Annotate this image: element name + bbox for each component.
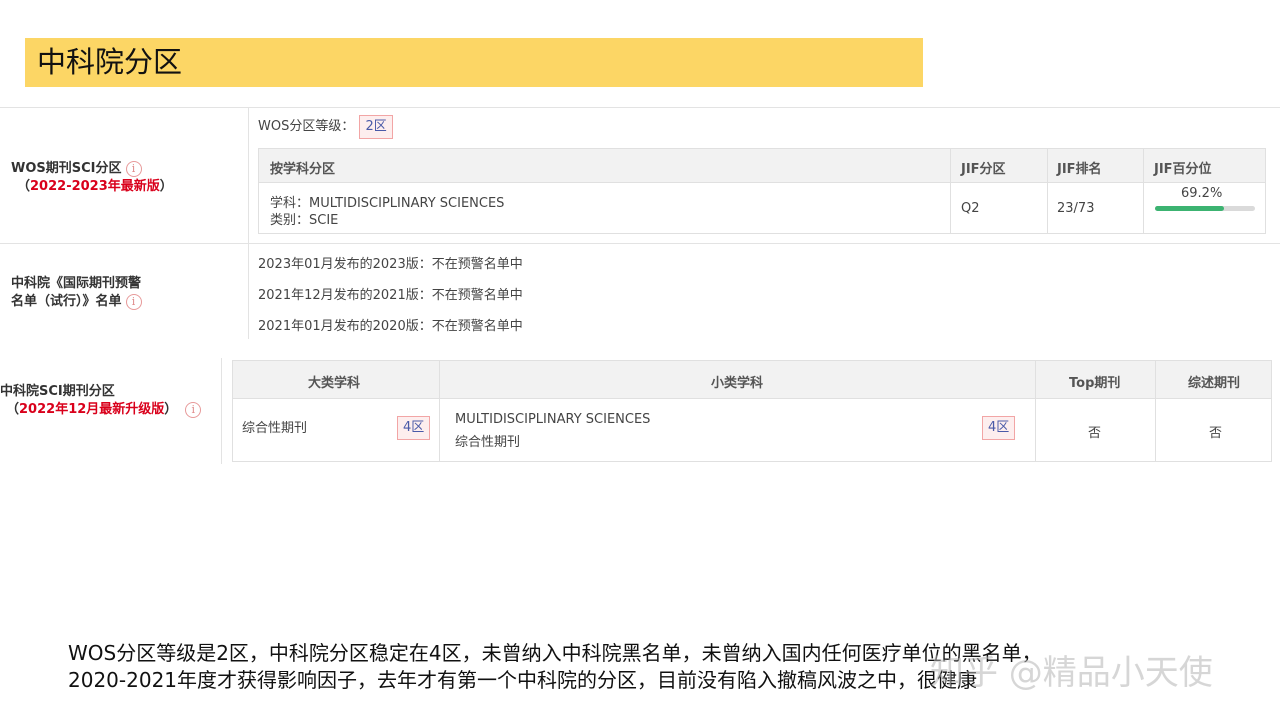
column-divider [950, 149, 951, 233]
column-header: JIF排名 [1057, 162, 1102, 177]
column-header: 综述期刊 [1188, 376, 1241, 391]
column-header: 小类学科 [711, 376, 764, 391]
jif-quartile-cell: Q2 [961, 201, 980, 216]
cas-warning-label: 中科院《国际期刊预警 名单（试行）》名单 i [11, 275, 142, 311]
major-zone-badge: 4区 [397, 416, 431, 440]
jif-percentile-fill [1155, 206, 1225, 211]
column-divider [1143, 149, 1144, 233]
wos-subject-table: 按学科分区 JIF分区 JIF排名 JIF百分位 学科：MULTIDISCIPL… [258, 148, 1266, 234]
wos-grade: WOS分区等级： 2区 [258, 115, 393, 139]
paren-close: ） [164, 402, 178, 417]
warning-entry: 2021年12月发布的2021版：不在预警名单中 [258, 288, 523, 303]
jif-rank-cell: 23/73 [1057, 201, 1095, 216]
minor-subject-en: MULTIDISCIPLINARY SCIENCES [455, 412, 651, 427]
cas-partition-label-text: 中科院SCI期刊分区 [0, 384, 115, 399]
paren-open: （ [6, 402, 20, 417]
watermark: 知乎 @精品小天使 [930, 653, 1213, 693]
warning-entry: 2021年01月发布的2020版：不在预警名单中 [258, 319, 523, 334]
cas-warning-label-line1: 中科院《国际期刊预警 [11, 276, 142, 291]
cas-warning-label-line2: 名单（试行）》名单 [11, 294, 122, 309]
info-icon[interactable]: i [125, 160, 142, 177]
warning-entry: 2023年01月发布的2023版：不在预警名单中 [258, 257, 523, 272]
column-divider [1155, 361, 1156, 461]
column-divider [439, 361, 440, 461]
cas-partition-label: 中科院SCI期刊分区 （2022年12月最新升级版） i [0, 383, 202, 419]
summary-line: WOS分区等级是2区，中科院分区稳定在4区，未曾纳入中科院黑名单，未曾纳入国内任… [68, 641, 1042, 665]
wos-edition: 2022-2023年最新版 [30, 179, 160, 194]
column-divider [1047, 149, 1048, 233]
summary-text: WOS分区等级是2区，中科院分区稳定在4区，未曾纳入中科院黑名单，未曾纳入国内任… [68, 640, 1042, 694]
review-journal-cell: 否 [1209, 426, 1223, 441]
jif-percentile-value: 69.2% [1181, 186, 1223, 201]
column-divider [1035, 361, 1036, 461]
column-header: 按学科分区 [270, 162, 336, 177]
paren-close: ） [159, 179, 173, 194]
column-header: JIF百分位 [1154, 162, 1212, 177]
cas-partition-edition: 2022年12月最新升级版 [19, 402, 165, 417]
major-subject-cell: 综合性期刊 [242, 421, 308, 436]
summary-line: 2020-2021年度才获得影响因子，去年才有第一个中科院的分区，目前没有陷入撤… [68, 668, 978, 692]
paren-open: （ [17, 179, 31, 194]
wos-grade-label: WOS分区等级： [258, 119, 355, 134]
divider [248, 244, 249, 339]
category-cell: 类别：SCIE [270, 213, 339, 228]
column-header: 大类学科 [308, 376, 361, 391]
column-header: Top期刊 [1069, 376, 1121, 391]
minor-subject-cn: 综合性期刊 [455, 435, 521, 450]
divider [248, 108, 249, 244]
divider [221, 358, 222, 464]
top-journal-cell: 否 [1088, 426, 1102, 441]
info-icon[interactable]: i [125, 293, 142, 310]
wos-grade-badge: 2区 [359, 115, 393, 139]
table-header [259, 149, 1265, 183]
cas-warning-section: 中科院《国际期刊预警 名单（试行）》名单 i 2023年01月发布的2023版：不… [0, 243, 1280, 339]
page-title: 中科院分区 [37, 45, 183, 79]
jif-percentile-bar [1155, 206, 1255, 211]
minor-zone-badge: 4区 [982, 416, 1016, 440]
info-icon[interactable]: i [185, 401, 202, 418]
wos-label-text: WOS期刊SCI分区 [11, 161, 122, 176]
column-header: JIF分区 [961, 162, 1006, 177]
title-banner: 中科院分区 [25, 38, 923, 87]
cas-partition-table: 大类学科 小类学科 Top期刊 综述期刊 综合性期刊 4区 MULTIDISCI… [232, 360, 1272, 462]
wos-label: WOS期刊SCI分区 i （2022-2023年最新版） [11, 160, 173, 196]
